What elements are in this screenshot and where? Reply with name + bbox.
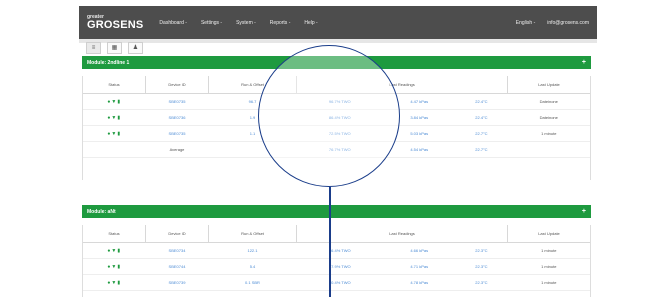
reading-temperature: 22.3°C [455,274,508,291]
device-id-link[interactable]: SBE0735 [145,93,209,110]
last-update: Dateinone [507,93,590,110]
status-icons[interactable]: ●▼▮ [83,242,146,259]
table-row[interactable]: ●▼▮ SBE0739 0.1 SBR 80.4% TWO 4.78 kPas … [83,274,590,291]
user-menu: English - info@grosens.com [516,20,589,26]
plant-view-icon[interactable]: ♟ [128,41,143,54]
menu-help[interactable]: Help - [304,20,317,26]
section-header-2[interactable]: Module: aNt + [82,205,591,218]
run-offset-value: 0.1 SBR [208,274,297,291]
page-canvas: greater GROSENS Dashboard - Settings - S… [0,0,658,297]
reading-pressure: 4.78 kPas [383,274,456,291]
menu-system[interactable]: System - [236,20,256,26]
table-row[interactable]: ●▼▮ SBE0734 122.1 86.4% TWO 4.66 kPas 22… [83,242,590,259]
status-icons[interactable]: ●▼▮ [83,274,146,291]
col-last-update: Last Update [507,76,590,94]
expand-icon[interactable]: + [582,59,586,66]
device-id-link[interactable]: SBE0736 [145,109,209,126]
section-title: Module: aNt [87,208,116,215]
status-icons[interactable]: ●▼▮ [83,258,146,275]
language-selector[interactable]: English - [516,20,535,26]
device-id-link[interactable]: SBE0739 [145,274,209,291]
device-id-link[interactable]: SBE0735 [145,125,209,142]
reading-temperature: 22.4°C [455,93,508,110]
grid-view-icon[interactable]: ▦ [107,41,122,54]
reading-temperature: 22.4°C [455,109,508,126]
table-row[interactable]: ●▼▮ SBE0744 5.4 77.9% TWO 4.71 kPas 22.3… [83,258,590,275]
last-update [507,141,590,158]
reading-humidity: 77.9% TWO [296,258,384,275]
col-device-id: Device ID [145,225,209,243]
average-label: Average [145,141,209,158]
expand-icon[interactable]: + [582,208,586,215]
brand-logo[interactable]: greater GROSENS [87,14,144,31]
magnifier-handle-icon [329,187,331,297]
run-offset-value: 5.4 [208,258,297,275]
last-update: 1 minute [507,242,590,259]
last-update: 1 minute [507,274,590,291]
section-title: Module: 2ndline 1 [87,59,130,66]
section-table-2: Status Device ID Run & Offset Last Readi… [82,225,591,297]
menu-reports[interactable]: Reports - [270,20,291,26]
reading-temperature: 22.7°C [455,141,508,158]
last-update: 1 minute [507,258,590,275]
menu-settings[interactable]: Settings - [201,20,222,26]
main-menu: Dashboard - Settings - System - Reports … [159,20,515,26]
logo-wordmark: GROSENS [87,18,144,31]
account-email[interactable]: info@grosens.com [547,20,589,26]
reading-humidity: 80.4% TWO [296,274,384,291]
menu-dashboard[interactable]: Dashboard - [159,20,187,26]
list-view-icon[interactable]: ≡ [86,41,101,54]
status-icons [83,141,146,158]
col-last-update: Last Update [507,225,590,243]
device-id-link[interactable]: SBE0734 [145,242,209,259]
reading-pressure: 4.71 kPas [383,258,456,275]
status-icons[interactable]: ●▼▮ [83,109,146,126]
col-status: Status [83,225,146,243]
col-device-id: Device ID [145,76,209,94]
last-update: 1 minute [507,125,590,142]
reading-pressure: 4.66 kPas [383,242,456,259]
top-navigation-bar: greater GROSENS Dashboard - Settings - S… [79,6,597,39]
last-update: Dateinone [507,109,590,126]
reading-humidity: 86.4% TWO [296,242,384,259]
status-icons[interactable]: ●▼▮ [83,93,146,110]
view-toggle-group: ≡ ▦ ♟ [86,41,143,54]
run-offset-value: 122.1 [208,242,297,259]
col-run-offset: Run & Offset [208,225,297,243]
reading-temperature: 22.3°C [455,242,508,259]
status-icons[interactable]: ●▼▮ [83,125,146,142]
nav-shadow-strip [79,39,597,43]
reading-temperature: 22.7°C [455,125,508,142]
reading-temperature: 22.3°C [455,258,508,275]
magnifier-lens-icon [258,45,400,187]
device-id-link[interactable]: SBE0744 [145,258,209,275]
col-status: Status [83,76,146,94]
